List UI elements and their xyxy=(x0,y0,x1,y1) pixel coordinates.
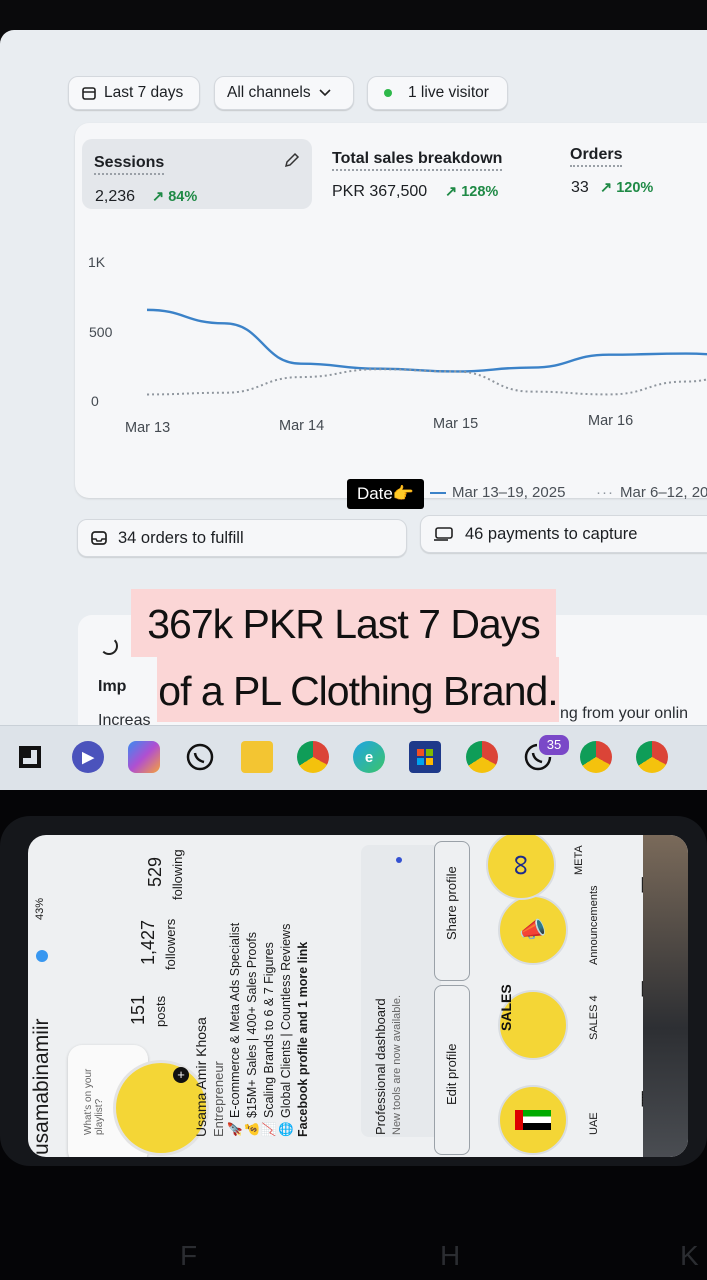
share-profile-label: Share profile xyxy=(444,866,459,940)
status-battery: 43% xyxy=(34,897,46,920)
highlight-announcements[interactable]: 📣 xyxy=(498,895,568,965)
bio-line: 💰 $15M+ Sales | 400+ Sales Proofs xyxy=(245,931,259,1137)
orders-to-fulfill-button[interactable]: 34 orders to fulfill xyxy=(77,519,407,557)
add-story-icon[interactable]: + xyxy=(173,1067,189,1083)
sales-sticker: SALES xyxy=(497,984,514,1031)
post-thumbnails[interactable] xyxy=(643,835,688,1157)
highlight-sales[interactable]: SALES xyxy=(498,984,568,1060)
calendar-icon xyxy=(81,85,97,101)
notification-dot-icon xyxy=(396,857,402,863)
highlight-meta[interactable]: ∞ xyxy=(486,835,556,900)
dashboard-subtitle: New tools are now available. xyxy=(391,994,403,1135)
legend-line-icon xyxy=(430,492,446,495)
channels-dropdown[interactable]: All channels xyxy=(214,76,354,110)
legend-current: Mar 13–19, 2025 xyxy=(430,484,565,501)
insight-body-end: ng from your onlin xyxy=(560,705,689,722)
chrome-icon[interactable] xyxy=(466,741,498,773)
bio-line: 🚀 E-commerce & Meta Ads Specialist xyxy=(228,922,242,1137)
highlight-label: SALES 4 xyxy=(588,995,600,1040)
keyboard-key-label: F xyxy=(180,1240,198,1271)
whatsapp-icon[interactable] xyxy=(184,741,216,773)
highlight-label: UAE xyxy=(588,1112,600,1135)
profile-username[interactable]: usamabinamiir xyxy=(30,1018,54,1155)
stat-posts-value[interactable]: 151 xyxy=(128,995,149,1025)
megaphone-icon: 📣 xyxy=(519,917,547,942)
legend-dotted-icon: ··· xyxy=(596,484,614,501)
copilot-icon[interactable] xyxy=(128,741,160,773)
highlight-uae[interactable] xyxy=(498,1085,568,1155)
bio-line: 📈 Scaling Brands to 6 & 7 Figures xyxy=(262,942,276,1137)
metrics-card: Sessions 2,236 ↗ 84% Total sales breakdo… xyxy=(75,123,707,498)
whatsapp-unread-badge: 35 xyxy=(537,733,571,757)
loading-spinner-icon xyxy=(100,637,118,655)
note-text: What's on your playlist? xyxy=(83,1068,105,1135)
orders-to-fulfill-label: 34 orders to fulfill xyxy=(118,528,244,547)
cash-icon xyxy=(433,526,455,542)
windows-icon[interactable] xyxy=(14,741,46,773)
profile-category: Entrepreneur xyxy=(211,1061,226,1137)
highlight-label: Announcements xyxy=(588,885,600,966)
caption-line-2: of a PL Clothing Brand. xyxy=(157,657,559,722)
stat-followers-value[interactable]: 1,427 xyxy=(138,920,159,965)
stat-following-label: following xyxy=(170,849,185,900)
previous-period-series-line xyxy=(146,368,707,396)
dashboard-title: Professional dashboard xyxy=(373,998,388,1135)
sessions-line-chart xyxy=(146,308,707,396)
inbox-icon xyxy=(90,530,108,546)
teams-icon[interactable]: ▶ xyxy=(72,741,104,773)
windows-taskbar: ▶ e xyxy=(0,725,707,792)
channels-label: All channels xyxy=(227,84,311,101)
stat-posts-label: posts xyxy=(153,995,168,1027)
verified-badge-icon xyxy=(36,950,48,962)
file-explorer-icon[interactable] xyxy=(241,741,273,773)
chevron-down-icon xyxy=(319,84,331,102)
highlight-label: META xyxy=(573,845,585,875)
stat-followers-label: followers xyxy=(163,918,178,970)
edge-icon[interactable]: e xyxy=(353,741,385,773)
date-range-button[interactable]: Last 7 days xyxy=(68,76,200,110)
insight-title: Imp xyxy=(98,678,127,695)
edit-profile-label: Edit profile xyxy=(444,1043,459,1105)
store-icon[interactable] xyxy=(409,741,441,773)
profile-name: Usama Amir Khosa xyxy=(193,1017,209,1137)
chrome-icon[interactable] xyxy=(636,741,668,773)
legend-previous: ··· Mar 6–12, 20 xyxy=(596,484,707,501)
date-range-label: Last 7 days xyxy=(104,84,184,101)
keyboard-key-label: K xyxy=(680,1240,699,1271)
payments-to-capture-label: 46 payments to capture xyxy=(465,524,638,543)
caption-line-1: 367k PKR Last 7 Days Sale xyxy=(131,589,556,717)
meta-infinity-icon: ∞ xyxy=(503,854,537,876)
keyboard-key-label: H xyxy=(440,1240,461,1271)
live-indicator-icon xyxy=(384,89,392,97)
chrome-icon[interactable] xyxy=(297,741,329,773)
stat-following-value[interactable]: 529 xyxy=(145,857,166,887)
date-annotation-tag: Date👉 xyxy=(347,479,424,509)
uae-flag-icon xyxy=(515,1110,551,1130)
current-period-series-line xyxy=(146,308,707,373)
chrome-icon[interactable] xyxy=(580,741,612,773)
live-visitor-label: 1 live visitor xyxy=(408,84,489,101)
live-visitor-button[interactable]: 1 live visitor xyxy=(367,76,508,110)
bio-link[interactable]: Facebook profile and 1 more link xyxy=(296,942,310,1137)
payments-to-capture-button[interactable]: 46 payments to capture xyxy=(420,515,707,553)
instagram-profile-screen: 43% usamabinamiir What's on your playlis… xyxy=(28,835,688,1157)
bio-line: 🌐 Global Clients | Countless Reviews xyxy=(279,923,293,1137)
